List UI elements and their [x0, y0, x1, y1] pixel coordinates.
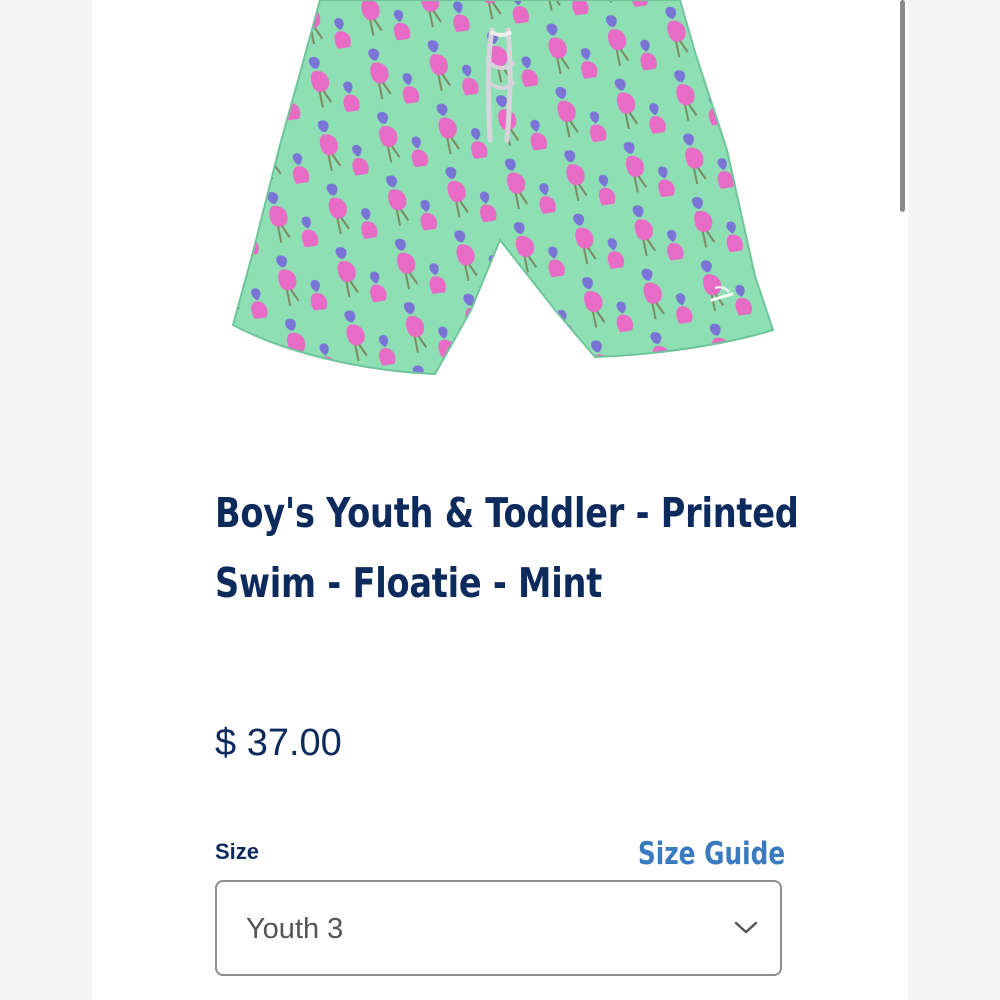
size-label: Size: [215, 839, 260, 864]
product-price: $ 37.00: [215, 722, 342, 764]
left-margin: [0, 0, 92, 1000]
page-scrollbar[interactable]: [899, 0, 907, 215]
size-guide-link[interactable]: Size Guide: [638, 834, 785, 874]
right-margin: [908, 0, 1000, 1000]
selected-size: Youth 3: [246, 913, 344, 945]
product-image[interactable]: [225, 0, 775, 395]
chevron-down-icon: [734, 921, 758, 934]
size-dropdown[interactable]: Youth 3: [215, 880, 782, 976]
scrollbar-thumb[interactable]: [900, 0, 905, 212]
product-title: Boy's Youth & Toddler - Printed Swim - F…: [215, 489, 799, 607]
